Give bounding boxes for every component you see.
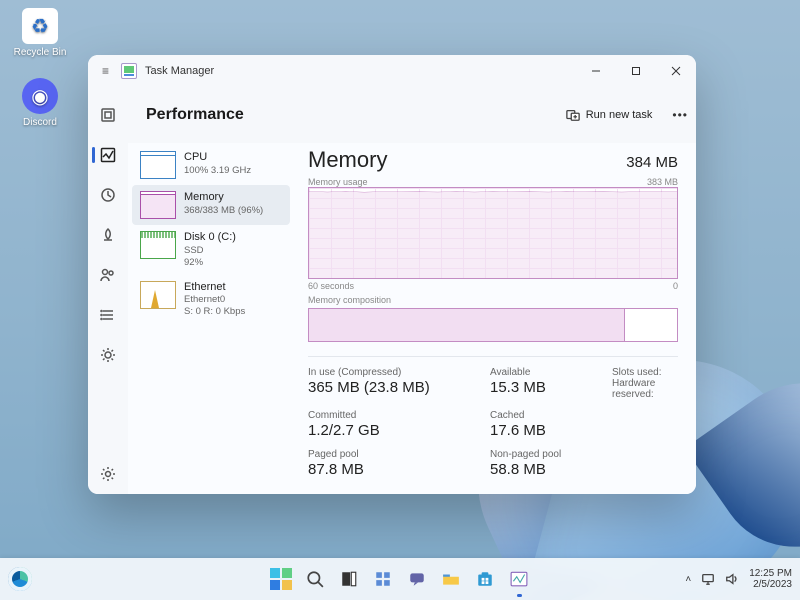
stat-value: 17.6 MB	[490, 422, 600, 439]
stats-grid: In use (Compressed) 365 MB (23.8 MB) Ava…	[308, 356, 678, 478]
perf-item-sub: 92%	[184, 257, 236, 269]
nav-performance[interactable]	[88, 135, 128, 175]
perf-item-title: Disk 0 (C:)	[184, 231, 236, 245]
cpu-thumb-icon	[140, 151, 176, 179]
network-icon[interactable]	[701, 572, 715, 586]
clock-time: 12:25 PM	[749, 568, 792, 580]
edge-icon[interactable]	[8, 567, 32, 591]
perf-item-ethernet[interactable]: Ethernet Ethernet0 S: 0 R: 0 Kbps	[132, 275, 290, 325]
file-explorer-button[interactable]	[437, 565, 465, 593]
nav-app-history[interactable]	[88, 175, 128, 215]
memory-thumb-icon	[140, 191, 176, 219]
taskbar: ˄ 12:25 PM 2/5/2023	[0, 558, 800, 600]
minimize-button[interactable]	[576, 55, 616, 87]
ms-store-button[interactable]	[471, 565, 499, 593]
stat-value: 87.8 MB	[308, 461, 478, 478]
detail-pane: Memory 384 MB Memory usage 383 MB 60 sec…	[294, 143, 696, 494]
stat-label: Committed	[308, 410, 478, 421]
graph-x-right: 0	[673, 281, 678, 291]
memory-composition-chart	[308, 308, 678, 342]
run-new-task-label: Run new task	[586, 109, 653, 121]
task-manager-taskbar-button[interactable]	[505, 565, 533, 593]
nav-settings[interactable]	[88, 454, 128, 494]
taskbar-left	[8, 567, 32, 591]
nav-startup[interactable]	[88, 215, 128, 255]
discord-icon: ◉	[22, 78, 58, 114]
stat-label: Hardware reserved:	[612, 378, 678, 400]
taskbar-center	[267, 565, 533, 593]
perf-item-sub: Ethernet0	[184, 294, 245, 306]
content-area: Performance Run new task ••• CPU 100% 3.…	[128, 55, 696, 494]
graph-max-label: 383 MB	[647, 177, 678, 187]
stat-label: Non-paged pool	[490, 449, 600, 460]
page-title: Performance	[146, 106, 244, 124]
window-title: Task Manager	[145, 65, 214, 77]
desktop-icon-recycle-bin[interactable]: ♻ Recycle Bin	[10, 8, 70, 58]
close-button[interactable]	[656, 55, 696, 87]
start-button[interactable]	[267, 565, 295, 593]
nav-processes[interactable]	[88, 95, 128, 135]
perf-item-sub: S: 0 R: 0 Kbps	[184, 306, 245, 318]
nav-details[interactable]	[88, 295, 128, 335]
desktop-icon-label: Recycle Bin	[14, 47, 67, 58]
run-new-task-button[interactable]: Run new task	[556, 103, 663, 127]
disk-thumb-icon	[140, 231, 176, 259]
task-manager-app-icon	[121, 63, 137, 79]
maximize-button[interactable]	[616, 55, 656, 87]
clock-date: 2/5/2023	[749, 579, 792, 591]
perf-item-memory[interactable]: Memory 368/383 MB (96%)	[132, 185, 290, 225]
stat-value: 58.8 MB	[490, 461, 600, 478]
perf-item-sub: 100% 3.19 GHz	[184, 165, 251, 177]
recycle-bin-icon: ♻	[22, 8, 58, 44]
stat-value: 365 MB (23.8 MB)	[308, 379, 478, 396]
detail-title: Memory	[308, 147, 387, 173]
memory-usage-chart	[308, 187, 678, 279]
run-task-icon	[566, 108, 580, 122]
perf-item-title: CPU	[184, 151, 251, 165]
performance-list: CPU 100% 3.19 GHz Memory 368/383 MB (96%…	[128, 143, 294, 494]
nav-users[interactable]	[88, 255, 128, 295]
memory-usage-line	[309, 191, 677, 193]
hamburger-icon[interactable]: ≡	[102, 64, 109, 78]
volume-icon[interactable]	[725, 572, 739, 586]
perf-item-sub: 368/383 MB (96%)	[184, 205, 263, 217]
composition-used-segment	[309, 309, 625, 341]
task-view-button[interactable]	[335, 565, 363, 593]
task-manager-window: ≡ Task Manager Performance Run new task	[88, 55, 696, 494]
nav-rail	[88, 55, 128, 494]
nav-services[interactable]	[88, 335, 128, 375]
chat-button[interactable]	[403, 565, 431, 593]
desktop-icon-label: Discord	[23, 117, 57, 128]
ethernet-thumb-icon	[140, 281, 176, 309]
perf-item-disk0[interactable]: Disk 0 (C:) SSD 92%	[132, 225, 290, 275]
stat-label: Available	[490, 367, 600, 378]
perf-item-title: Ethernet	[184, 281, 245, 295]
desktop-icon-discord[interactable]: ◉ Discord	[10, 78, 70, 128]
more-button[interactable]: •••	[672, 108, 688, 122]
search-button[interactable]	[301, 565, 329, 593]
titlebar[interactable]: ≡ Task Manager	[88, 55, 696, 87]
stat-label: In use (Compressed)	[308, 367, 478, 378]
stat-value: 1.2/2.7 GB	[308, 422, 478, 439]
perf-item-cpu[interactable]: CPU 100% 3.19 GHz	[132, 145, 290, 185]
stat-label: Paged pool	[308, 449, 478, 460]
detail-total: 384 MB	[626, 154, 678, 171]
page-toolbar: Performance Run new task •••	[128, 87, 696, 143]
system-tray[interactable]: ˄ 12:25 PM 2/5/2023	[685, 568, 792, 591]
perf-item-title: Memory	[184, 191, 263, 205]
stat-value: 15.3 MB	[490, 379, 600, 396]
tray-chevron-icon[interactable]: ˄	[685, 574, 691, 585]
composition-label: Memory composition	[308, 295, 678, 305]
clock[interactable]: 12:25 PM 2/5/2023	[749, 568, 792, 591]
graph-usage-label: Memory usage	[308, 177, 368, 187]
graph-x-left: 60 seconds	[308, 281, 354, 291]
widgets-button[interactable]	[369, 565, 397, 593]
perf-item-sub: SSD	[184, 245, 236, 257]
stat-label: Slots used:	[612, 367, 678, 378]
stat-label: Cached	[490, 410, 600, 421]
